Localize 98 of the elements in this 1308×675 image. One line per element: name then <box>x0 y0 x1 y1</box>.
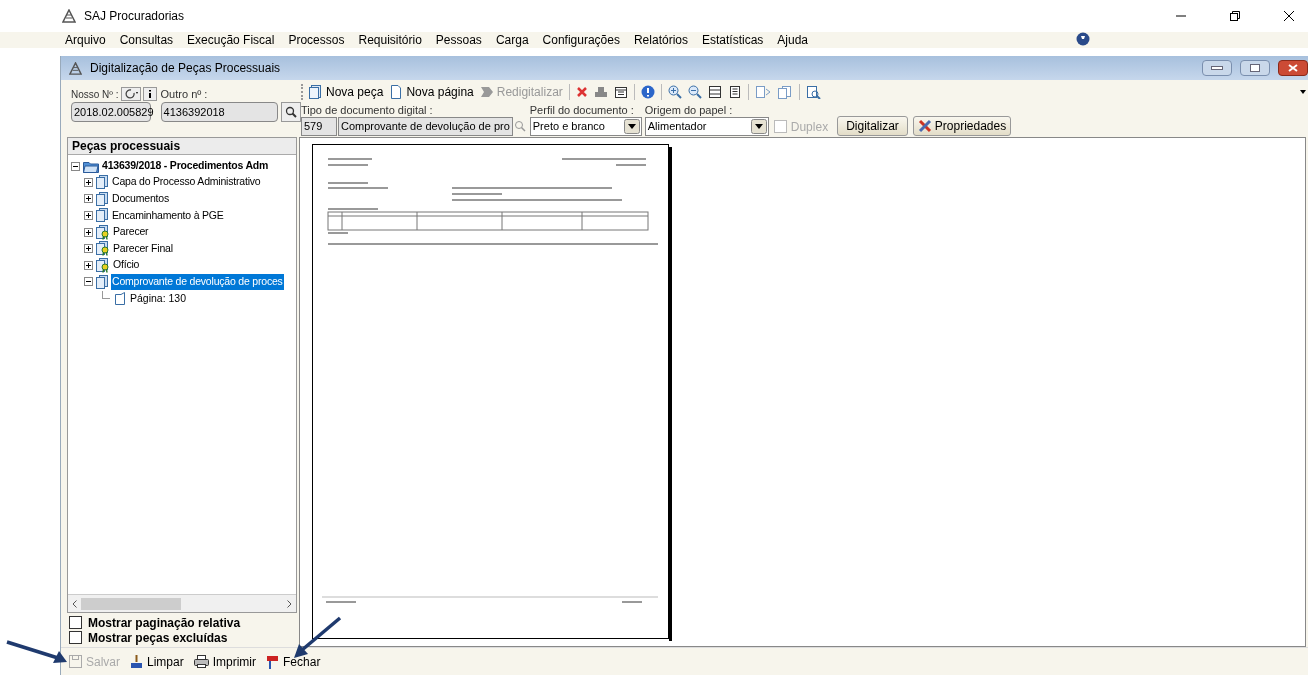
tree-item[interactable]: Encaminhamento à PGE <box>111 207 225 224</box>
fit-width-icon[interactable] <box>707 84 722 99</box>
document-profile-dropdown[interactable]: Preto e branco <box>529 117 642 136</box>
flag-icon <box>266 654 280 669</box>
zoom-out-icon[interactable] <box>687 84 702 99</box>
alert-icon[interactable] <box>640 84 655 99</box>
panel-header: Peças processuais <box>68 138 296 155</box>
menu-item[interactable]: Execução Fiscal <box>187 31 275 49</box>
close-button[interactable] <box>1278 60 1308 76</box>
close-icon[interactable] <box>1283 10 1295 22</box>
search-icon <box>284 106 297 118</box>
document-stack-icon <box>96 208 108 223</box>
tools-icon <box>917 119 932 133</box>
minimize-button[interactable] <box>1202 60 1232 76</box>
action-button[interactable]: Fechar <box>266 652 321 671</box>
collapse-icon[interactable] <box>84 277 93 287</box>
minimize-icon <box>1211 66 1223 70</box>
toolbar-button[interactable]: Nova peça <box>309 82 384 101</box>
menu-item[interactable]: Relatórios <box>633 31 688 49</box>
field-label: Nosso Nº : <box>71 87 119 102</box>
app-logo-icon <box>69 61 82 75</box>
scroll-left-icon[interactable] <box>72 599 77 608</box>
refresh-icon[interactable] <box>120 87 141 101</box>
fit-page-icon[interactable] <box>727 84 742 99</box>
menu-item[interactable]: Processos <box>288 31 345 49</box>
menu-item[interactable]: Estatísticas <box>702 31 764 49</box>
info-icon[interactable] <box>142 87 157 101</box>
document-ribbon-icon <box>96 224 109 240</box>
document-stack-icon <box>96 175 108 190</box>
stamp-icon[interactable] <box>593 84 608 99</box>
tree-item[interactable]: Parecer <box>112 224 150 240</box>
paper-source-dropdown[interactable]: Alimentador <box>644 117 769 136</box>
properties-button[interactable]: Propriedades <box>912 116 1012 136</box>
toolbar-button[interactable]: Nova página <box>389 82 474 101</box>
expand-icon[interactable] <box>84 227 93 237</box>
expand-icon[interactable] <box>84 260 93 270</box>
document-ribbon-icon <box>96 257 109 273</box>
expand-icon[interactable] <box>84 194 93 204</box>
expand-icon[interactable] <box>84 177 93 187</box>
preview-icon[interactable] <box>805 84 821 99</box>
option-checkbox[interactable]: Mostrar paginação relativa <box>69 615 299 630</box>
window-title: SAJ Procuradorias <box>84 8 185 25</box>
document-type-field[interactable]: Comprovante de devolução de pro <box>338 117 513 136</box>
printer-icon <box>193 655 209 668</box>
menu-item[interactable]: Configurações <box>542 31 620 49</box>
tree-item[interactable]: Página: 130 <box>130 290 187 307</box>
search-button[interactable] <box>280 102 301 122</box>
expand-icon[interactable] <box>84 244 93 254</box>
tree-item[interactable]: 413639/2018 - Procedimentos Adm <box>102 158 269 174</box>
option-checkbox[interactable]: Mostrar peças excluídas <box>69 630 299 645</box>
document-stack-icon <box>96 191 108 206</box>
delete-icon[interactable] <box>575 85 588 98</box>
page-icon <box>389 84 404 99</box>
rotate-page-icon[interactable] <box>754 84 771 99</box>
tree-item[interactable]: Capa do Processo Administrativo <box>111 174 262 191</box>
tree-item[interactable]: Parecer Final <box>112 240 174 257</box>
menu-item[interactable]: Requisitório <box>358 31 422 49</box>
other-number-field[interactable]: 4136392018 <box>160 102 278 122</box>
menu-item[interactable]: Pessoas <box>435 31 482 49</box>
expand-icon[interactable] <box>84 211 93 220</box>
folder-icon <box>83 159 99 173</box>
broom-icon <box>130 655 143 668</box>
field-label: Origem do papel : <box>644 103 734 117</box>
action-button[interactable]: Limpar <box>130 652 184 671</box>
restore-icon[interactable] <box>1229 10 1241 22</box>
dropdown-arrow-icon[interactable] <box>1300 89 1306 94</box>
horizontal-scrollbar[interactable] <box>68 595 296 612</box>
annotation-arrow <box>6 640 68 664</box>
tree-item[interactable]: Comprovante de devolução de proces <box>111 274 284 290</box>
menu-item[interactable]: Arquivo <box>65 31 106 49</box>
maximize-button[interactable] <box>1240 60 1270 76</box>
menu-item[interactable]: Ajuda <box>777 31 809 49</box>
scrollbar-thumb[interactable] <box>81 597 181 610</box>
field-label: Outro nº : <box>160 86 208 102</box>
close-icon <box>1288 64 1298 72</box>
tree-item[interactable]: Ofício <box>112 257 141 274</box>
zoom-in-icon[interactable] <box>667 84 682 99</box>
field-label: Perfil do documento : <box>529 103 635 117</box>
menu-item[interactable]: Consultas <box>119 31 174 49</box>
document-type-code-field[interactable]: 579 <box>301 117 337 136</box>
child-window-title: Digitalização de Peças Processuais <box>90 60 281 77</box>
page-icon <box>115 291 125 305</box>
app-logo-icon <box>62 9 76 23</box>
document-ribbon-icon <box>96 241 109 257</box>
scroll-right-icon[interactable] <box>287 599 292 608</box>
arrow-icon <box>479 84 494 99</box>
copy-page-icon[interactable] <box>776 84 793 99</box>
scan-button[interactable]: Digitalizar <box>837 116 908 136</box>
process-number-field[interactable]: 2018.02.005829 <box>71 102 151 122</box>
document-stack-icon <box>309 84 323 99</box>
calendar-icon[interactable] <box>613 84 628 99</box>
field-label: Tipo de documento digital : <box>301 103 434 117</box>
action-button[interactable]: Imprimir <box>193 652 257 671</box>
tree-item[interactable]: Documentos <box>111 191 170 207</box>
maximize-icon <box>1250 64 1260 72</box>
document-stack-icon <box>96 274 108 289</box>
menu-item[interactable]: Carga <box>495 31 529 49</box>
collapse-icon[interactable] <box>71 161 80 171</box>
